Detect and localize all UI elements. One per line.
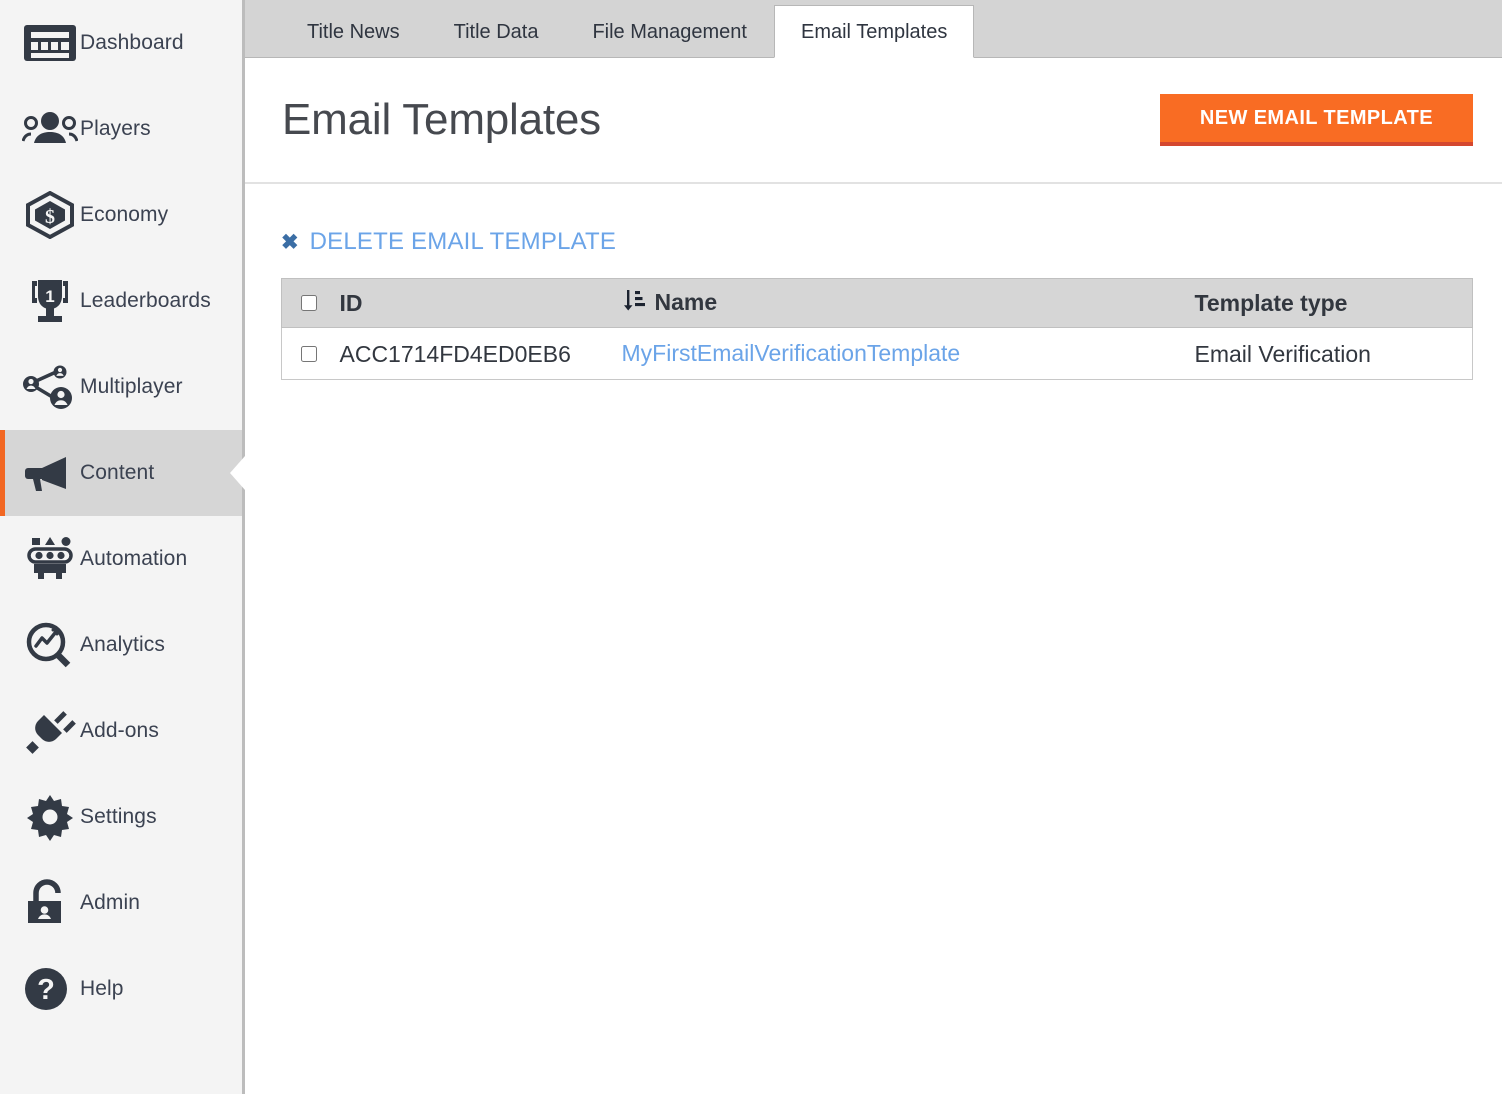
delete-email-template-label: DELETE EMAIL TEMPLATE: [309, 228, 617, 255]
svg-text:$: $: [45, 206, 55, 228]
addons-icon: [22, 707, 80, 755]
column-header-id-label: ID: [339, 290, 363, 317]
settings-icon: [22, 793, 80, 841]
page-body: ✖ DELETE EMAIL TEMPLATE ID Name Template…: [245, 184, 1502, 1094]
column-header-template-type-label: Template type: [1194, 290, 1348, 317]
sidebar-item-label: Automation: [80, 547, 188, 570]
dashboard-icon: [22, 23, 80, 63]
main-content: Title News Title Data File Management Em…: [245, 0, 1502, 1094]
sidebar-item-label: Analytics: [80, 633, 165, 656]
table-header: ID Name Template type: [281, 278, 1473, 328]
sidebar-item-automation[interactable]: Automation: [0, 516, 242, 602]
sidebar-item-economy[interactable]: $ Economy: [0, 172, 242, 258]
table-header-row: ID Name Template type: [281, 278, 1473, 328]
sidebar-item-label: Players: [80, 117, 151, 140]
cell-template-type-text: Email Verification: [1194, 340, 1371, 367]
sidebar-item-label: Add-ons: [80, 719, 159, 742]
sidebar-item-help[interactable]: ? Help: [0, 946, 242, 1032]
select-all-header: [281, 278, 337, 328]
svg-text:?: ?: [37, 974, 55, 1006]
cell-id: ACC1714FD4ED0EB6: [336, 327, 622, 380]
svg-text:1: 1: [45, 287, 54, 306]
cell-id-text: ACC1714FD4ED0EB6: [339, 340, 571, 367]
sidebar-item-addons[interactable]: Add-ons: [0, 688, 242, 774]
sidebar-item-dashboard[interactable]: Dashboard: [0, 0, 242, 86]
template-name-link[interactable]: MyFirstEmailVerificationTemplate: [622, 340, 961, 366]
sidebar-item-admin[interactable]: Admin: [0, 860, 242, 946]
close-x-icon: ✖: [281, 230, 299, 254]
page-header: Email Templates NEW EMAIL TEMPLATE: [245, 58, 1502, 184]
active-indicator-arrow: [230, 456, 245, 490]
economy-icon: $: [22, 191, 80, 239]
new-email-template-button[interactable]: NEW EMAIL TEMPLATE: [1159, 94, 1473, 146]
sidebar-item-settings[interactable]: Settings: [0, 774, 242, 860]
sidebar-item-label: Content: [80, 461, 155, 484]
row-select-checkbox[interactable]: [301, 345, 318, 362]
column-header-name-label: Name: [654, 289, 718, 316]
sort-amount-asc-icon: [622, 288, 646, 318]
row-select-cell: [281, 327, 337, 380]
email-templates-table: ID Name Template type ACC1714FD4ED0EB6 M…: [281, 278, 1473, 380]
app-root: Dashboard Players $ Economy 1 Leaderboar…: [0, 0, 1502, 1094]
admin-icon: [22, 879, 80, 927]
multiplayer-icon: [22, 364, 80, 410]
sidebar-item-players[interactable]: Players: [0, 86, 242, 172]
players-icon: [22, 109, 80, 149]
page-title: Email Templates: [282, 95, 601, 144]
sidebar-item-label: Dashboard: [80, 31, 184, 54]
sidebar-item-label: Settings: [80, 805, 157, 828]
automation-icon: [22, 535, 80, 583]
tab-title-news[interactable]: Title News: [280, 5, 427, 58]
tab-file-management[interactable]: File Management: [565, 5, 774, 58]
tab-bar: Title News Title Data File Management Em…: [245, 0, 1502, 58]
sidebar-item-leaderboards[interactable]: 1 Leaderboards: [0, 258, 242, 344]
sidebar-item-content[interactable]: Content: [0, 430, 245, 516]
table-row[interactable]: ACC1714FD4ED0EB6 MyFirstEmailVerificatio…: [281, 327, 1473, 380]
tab-email-templates[interactable]: Email Templates: [773, 5, 975, 58]
sidebar-item-label: Economy: [80, 203, 169, 226]
sidebar-item-label: Admin: [80, 891, 141, 914]
delete-email-template-button[interactable]: ✖ DELETE EMAIL TEMPLATE: [281, 228, 616, 256]
column-header-template-type[interactable]: Template type: [1191, 278, 1473, 328]
sidebar-item-analytics[interactable]: Analytics: [0, 602, 242, 688]
sidebar-item-label: Leaderboards: [80, 289, 211, 312]
help-icon: ?: [22, 965, 80, 1013]
column-header-name[interactable]: Name: [621, 278, 1192, 328]
column-header-id[interactable]: ID: [336, 278, 622, 328]
sidebar: Dashboard Players $ Economy 1 Leaderboar…: [0, 0, 245, 1094]
cell-name: MyFirstEmailVerificationTemplate: [621, 327, 1192, 380]
table-body: ACC1714FD4ED0EB6 MyFirstEmailVerificatio…: [281, 327, 1473, 380]
leaderboards-icon: 1: [22, 277, 80, 325]
tab-title-data[interactable]: Title Data: [427, 5, 566, 58]
analytics-icon: [22, 621, 80, 669]
content-icon: [22, 451, 80, 495]
sidebar-item-label: Help: [80, 977, 124, 1000]
cell-template-type: Email Verification: [1191, 327, 1473, 380]
sidebar-item-label: Multiplayer: [80, 375, 183, 398]
sidebar-item-multiplayer[interactable]: Multiplayer: [0, 344, 242, 430]
select-all-checkbox[interactable]: [301, 295, 318, 311]
